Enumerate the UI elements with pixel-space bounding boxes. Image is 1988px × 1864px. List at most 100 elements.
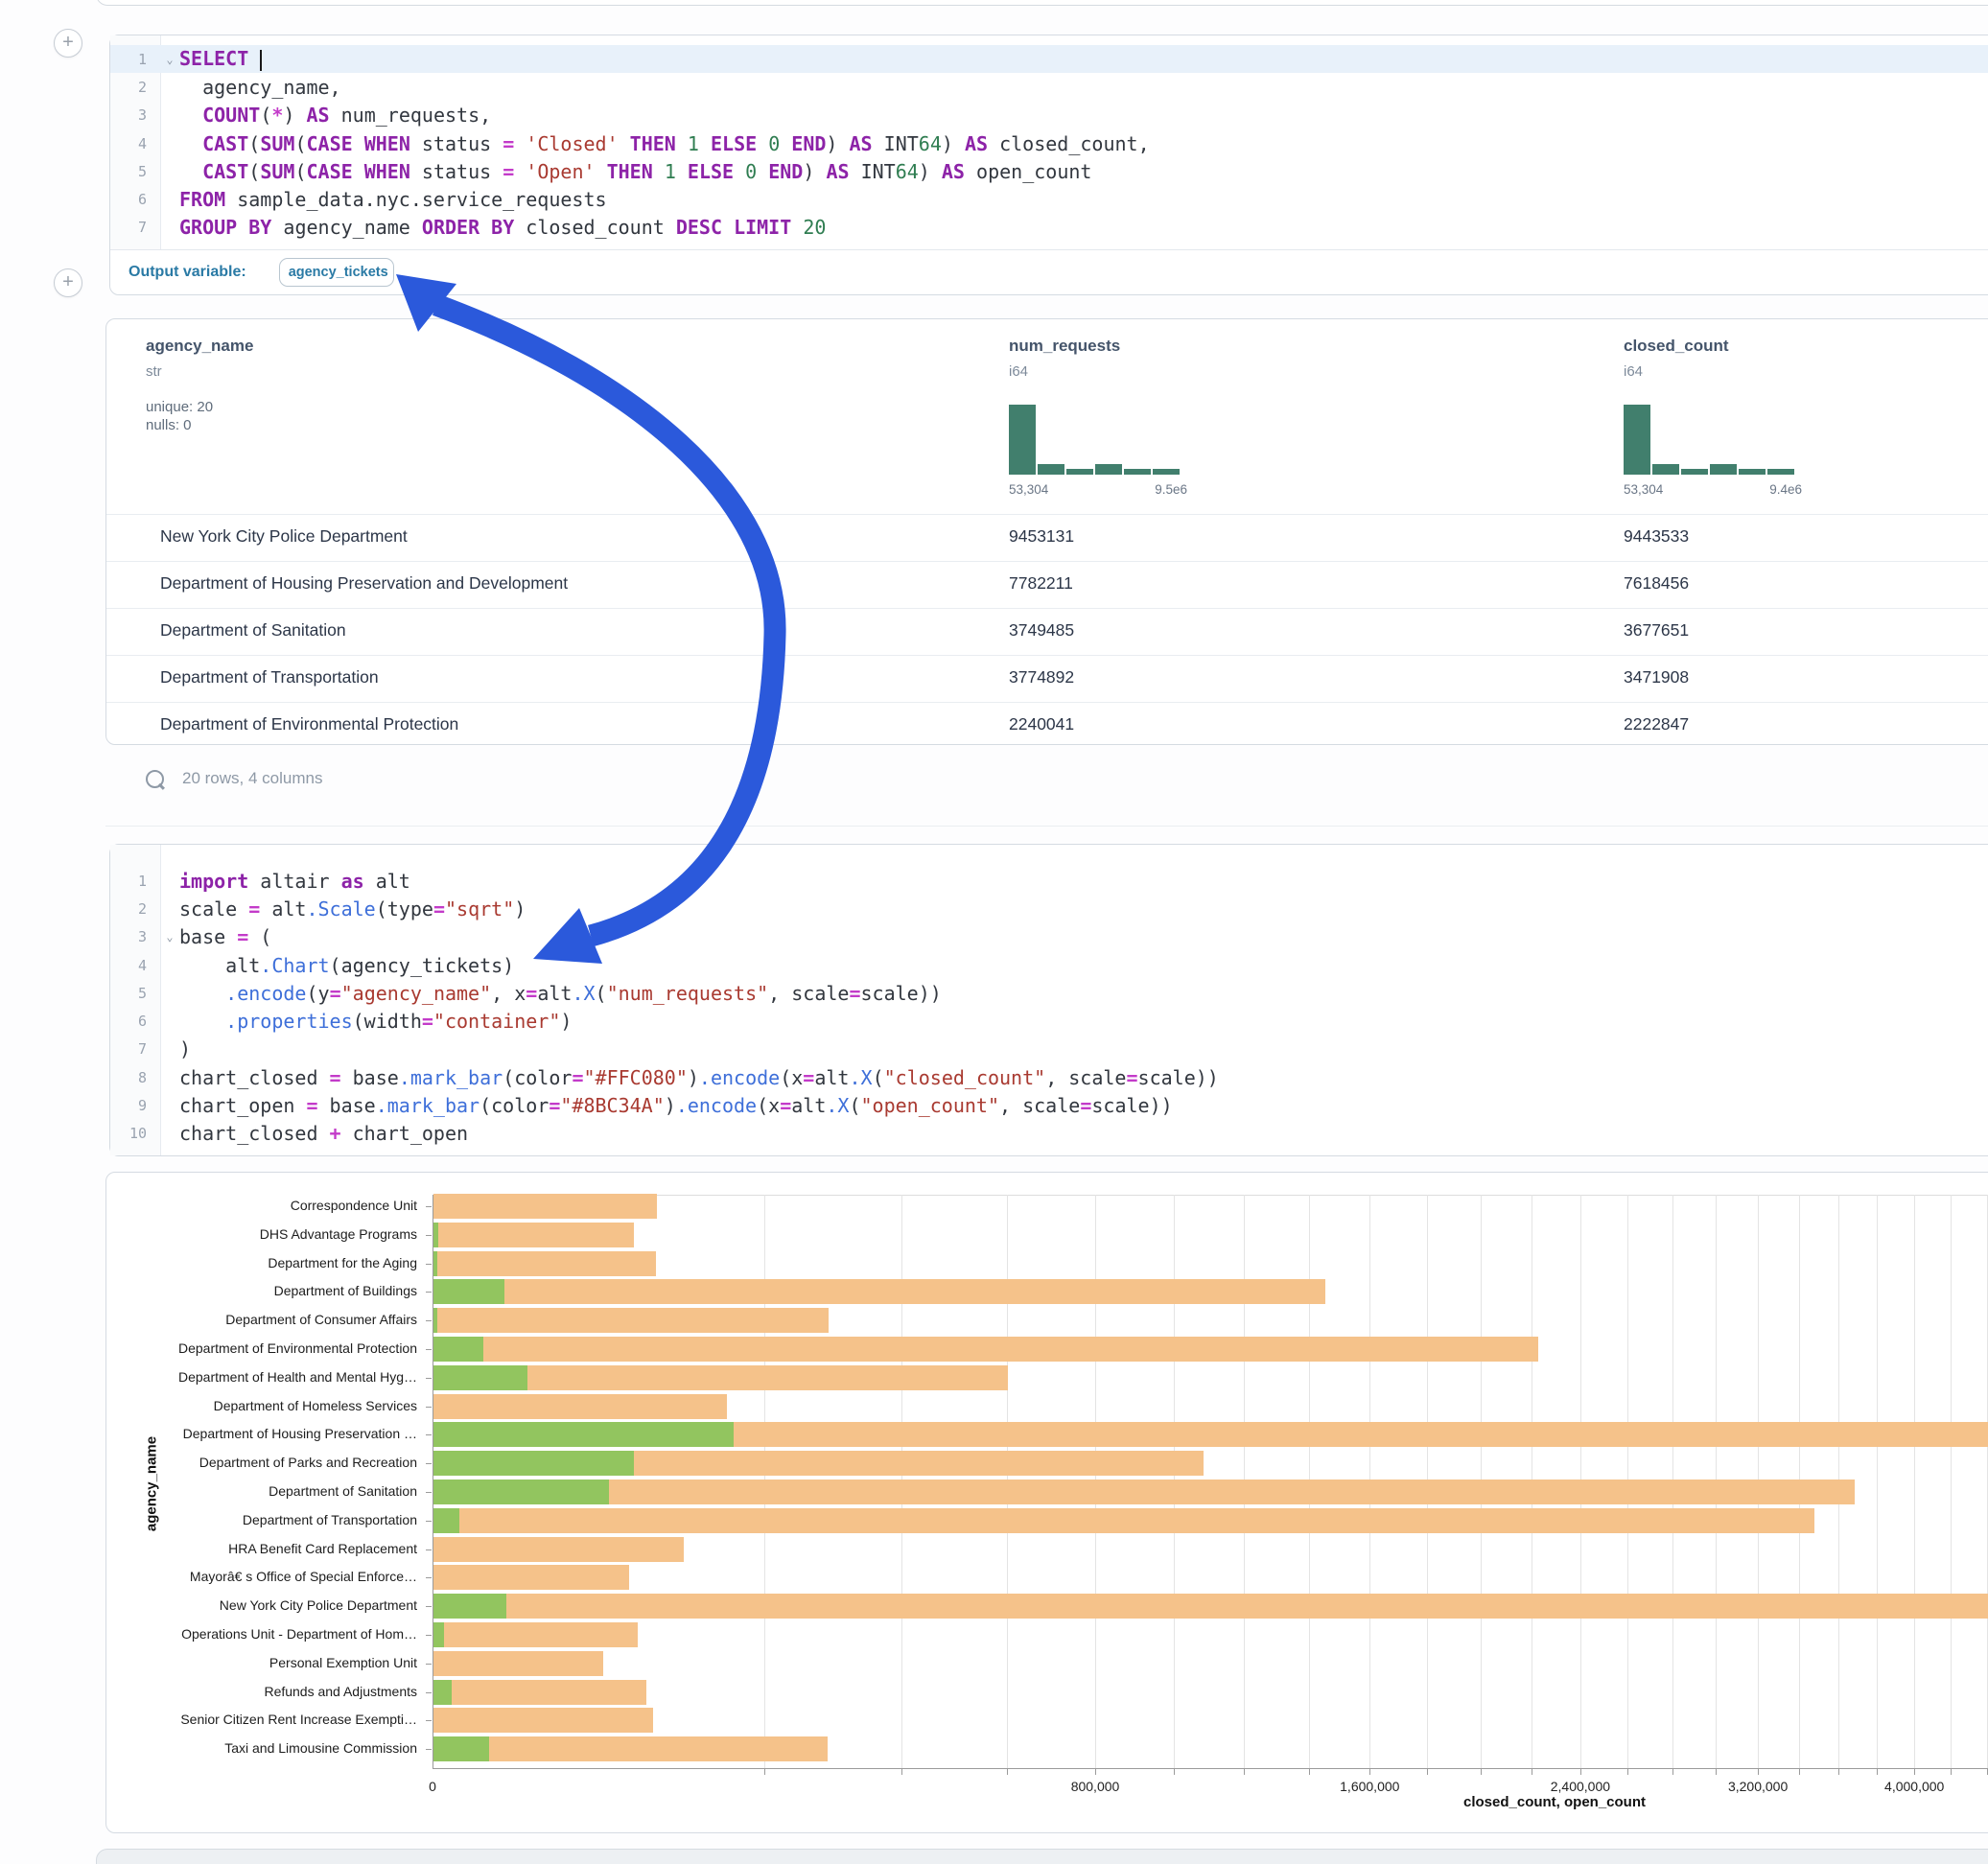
x-axis-tick-label: 800,000 [1071,1779,1120,1794]
cell-num-requests: 2240041 [1009,714,1074,734]
cell-agency-name: Department of Transportation [160,667,379,687]
code-line[interactable]: 4 CAST(SUM(CASE WHEN status = 'Closed' T… [110,129,1988,157]
row-divider [106,702,1988,703]
y-axis-tick [426,1635,432,1636]
line-number: 7 [110,219,160,236]
code-text: scale = alt.Scale(type="sqrt") [179,897,526,920]
x-axis-tick [1987,1768,1988,1775]
y-axis-label: DHS Advantage Programs [110,1226,417,1242]
search-icon[interactable] [146,770,164,788]
y-axis-tick [426,1292,432,1293]
plus-icon: + [62,271,74,292]
histogram-bar [1767,469,1794,475]
line-number: 1 [110,51,160,68]
line-number: 2 [110,900,160,918]
code-line[interactable]: 7 GROUP BY agency_name ORDER BY closed_co… [110,214,1988,242]
python-cell: 1import altair as alt 2 scale = alt.Scale(… [109,844,1988,1156]
code-line[interactable]: 2 agency_name, [110,73,1988,101]
bar-closed-count [433,1480,1855,1504]
y-axis-tick [426,1463,432,1464]
add-cell-button-top[interactable]: + [54,29,82,58]
y-axis-label: Department of Consumer Affairs [110,1312,417,1327]
code-text: CAST(SUM(CASE WHEN status = 'Closed' THE… [179,132,1150,155]
row-divider [106,561,1988,562]
sql-code-editor[interactable]: 1⌄SELECT 2 agency_name,3 COUNT(*) AS num… [110,35,1988,252]
bar-closed-count [433,1194,657,1219]
code-line[interactable]: 4 alt.Chart(agency_tickets) [110,951,1988,979]
line-number: 2 [110,79,160,96]
cell-num-requests: 9453131 [1009,526,1074,547]
line-number: 4 [110,135,160,152]
code-text: agency_name, [179,76,341,99]
histogram-min-label: 53,304 [1624,482,1663,497]
y-axis-label: Department of Housing Preservation … [110,1426,417,1441]
line-number: 3 [110,928,160,945]
line-number: 3 [110,106,160,124]
histogram-bar [1624,405,1650,475]
line-number: 1 [110,873,160,890]
table-row-count: 20 rows, 4 columns [182,769,322,788]
code-line[interactable]: 6 .properties(width="container") [110,1007,1988,1035]
code-line[interactable]: 5 .encode(y="agency_name", x=alt.X("num_… [110,979,1988,1007]
code-line[interactable]: 6FROM sample_data.nyc.service_requests [110,185,1988,213]
y-axis-label: Department of Health and Mental Hyg… [110,1369,417,1385]
bar-open-count [433,1223,438,1247]
cell-num-requests: 7782211 [1009,573,1073,594]
python-code-editor[interactable]: 1import altair as alt 2 scale = alt.Scale(… [110,845,1988,1155]
code-line[interactable]: 2 scale = alt.Scale(type="sqrt") [110,895,1988,922]
code-line[interactable]: 3⌄base = ( [110,923,1988,951]
notebook-page: + + 1⌄SELECT 2 agency_name,3 COUNT(*) AS… [0,0,1988,1864]
bar-closed-count [433,1736,828,1761]
histogram-bar [1710,464,1737,475]
cell-closed-count: 3471908 [1624,667,1689,687]
next-cell-edge [96,1849,1988,1864]
code-line[interactable]: 9chart_open = base.mark_bar(color="#8BC3… [110,1091,1988,1119]
cell-closed-count: 9443533 [1624,526,1689,547]
cell-agency-name: New York City Police Department [160,526,408,547]
cell-num-requests: 3774892 [1009,667,1074,687]
bar-closed-count [433,1223,634,1247]
x-axis-tick [1369,1768,1370,1775]
fold-chevron-icon[interactable]: ⌄ [160,53,179,66]
y-axis-tick [426,1749,432,1750]
code-text: GROUP BY agency_name ORDER BY closed_cou… [179,216,826,239]
histogram-bar [1153,469,1180,475]
sql-cell: 1⌄SELECT 2 agency_name,3 COUNT(*) AS num… [109,35,1988,295]
y-axis-label: Department of Transportation [110,1512,417,1527]
x-axis-tick [764,1768,765,1775]
code-line[interactable]: 5 CAST(SUM(CASE WHEN status = 'Open' THE… [110,157,1988,185]
column-header[interactable]: num_requests [1009,337,1120,356]
fold-chevron-icon[interactable]: ⌄ [160,930,179,944]
output-variable-chip[interactable]: agency_tickets [279,258,394,287]
x-axis-tick [1951,1768,1952,1775]
output-variable-row: Output variable: agency_tickets [110,249,1988,294]
x-axis-line [433,1768,1988,1769]
histogram-min-label: 53,304 [1009,482,1048,497]
code-line[interactable]: 3 COUNT(*) AS num_requests, [110,102,1988,129]
y-axis-label: Mayorâ€ s Office of Special Enforce… [110,1569,417,1584]
code-text: CAST(SUM(CASE WHEN status = 'Open' THEN … [179,160,1091,183]
code-line[interactable]: 7) [110,1036,1988,1063]
y-axis-label: Refunds and Adjustments [110,1684,417,1699]
row-divider [106,608,1988,609]
bar-open-count [433,1680,452,1705]
column-type: i64 [1624,363,1643,380]
gridline [1987,1195,1988,1768]
column-header[interactable]: closed_count [1624,337,1729,356]
histogram-bar [1124,469,1151,475]
x-axis-tick [1877,1768,1878,1775]
y-axis-tick [426,1692,432,1693]
code-line[interactable]: 10chart_closed + chart_open [110,1120,1988,1148]
column-header[interactable]: agency_name [146,337,253,356]
histogram-max-label: 9.4e6 [1769,482,1802,497]
x-axis-tick [1095,1768,1096,1775]
add-cell-button-output[interactable]: + [54,268,82,297]
cell-agency-name: Department of Environmental Protection [160,714,458,734]
code-line[interactable]: 1⌄SELECT [110,45,1988,73]
code-line[interactable]: 1import altair as alt [110,867,1988,895]
y-axis-tick [426,1606,432,1607]
code-text: chart_closed = base.mark_bar(color="#FFC… [179,1066,1219,1089]
code-line[interactable]: 8chart_closed = base.mark_bar(color="#FF… [110,1063,1988,1091]
bar-closed-count [433,1394,727,1419]
histogram-range-labels: 53,304 9.5e6 [1009,482,1187,497]
